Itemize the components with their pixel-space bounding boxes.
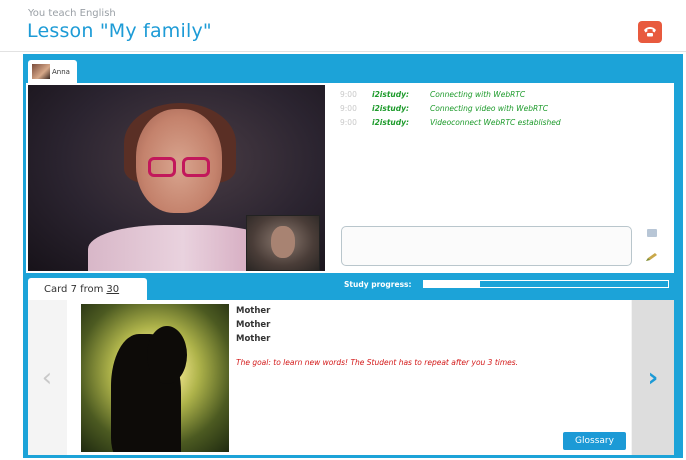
chat-time: 9:00 xyxy=(340,117,357,127)
chat-input[interactable] xyxy=(341,226,632,266)
card-word: Mother xyxy=(236,334,271,344)
edit-pencil-icon[interactable] xyxy=(645,247,659,261)
glossary-button[interactable]: Glossary xyxy=(563,432,626,450)
card-word: Mother xyxy=(236,320,271,330)
prev-card-button[interactable]: ‹ xyxy=(28,300,66,455)
next-card-button[interactable]: › xyxy=(632,300,674,455)
tab-user-anna[interactable]: Anna xyxy=(28,60,77,83)
chat-message: Videoconnect WebRTC established xyxy=(430,117,561,127)
card-image xyxy=(81,304,229,452)
hangup-phone-icon xyxy=(642,23,658,42)
self-video-preview xyxy=(246,215,320,271)
chat-line: 9:00 i2istudy: Connecting video with Web… xyxy=(340,101,670,115)
avatar xyxy=(32,64,50,79)
chat-user: i2istudy: xyxy=(372,117,410,127)
chat-user: i2istudy: xyxy=(372,89,410,99)
study-progress-label: Study progress: xyxy=(344,280,412,289)
chat-time: 9:00 xyxy=(340,103,357,113)
card-counter-tab: Card 7 from 30 xyxy=(28,278,147,300)
card-counter-label: Card 7 from xyxy=(44,283,104,295)
study-progress-fill xyxy=(424,281,481,287)
mail-icon[interactable] xyxy=(647,229,657,237)
header: You teach English Lesson "My family" xyxy=(0,0,686,52)
study-progress-bar xyxy=(423,280,669,288)
chevron-right-icon: › xyxy=(647,362,659,393)
app-window: You teach English Lesson "My family" Ann… xyxy=(0,0,686,460)
chat-user: i2istudy: xyxy=(372,103,410,113)
tab-user-name: Anna xyxy=(52,67,70,76)
card-word: Mother xyxy=(236,306,271,316)
lesson-subtitle: You teach English xyxy=(28,8,116,19)
chevron-left-icon: ‹ xyxy=(41,362,53,393)
end-call-button[interactable] xyxy=(638,21,662,43)
chat-line: 9:00 i2istudy: Videoconnect WebRTC estab… xyxy=(340,115,670,129)
chat-message: Connecting video with WebRTC xyxy=(430,103,548,113)
chat-time: 9:00 xyxy=(340,89,357,99)
chat-line: 9:00 i2istudy: Connecting with WebRTC xyxy=(340,87,670,101)
card-total-link[interactable]: 30 xyxy=(106,284,119,295)
chat-log: 9:00 i2istudy: Connecting with WebRTC 9:… xyxy=(340,87,670,217)
card-goal-text: The goal: to learn new words! The Studen… xyxy=(236,358,519,367)
chat-message: Connecting with WebRTC xyxy=(430,89,526,99)
lesson-title: Lesson "My family" xyxy=(27,20,212,42)
